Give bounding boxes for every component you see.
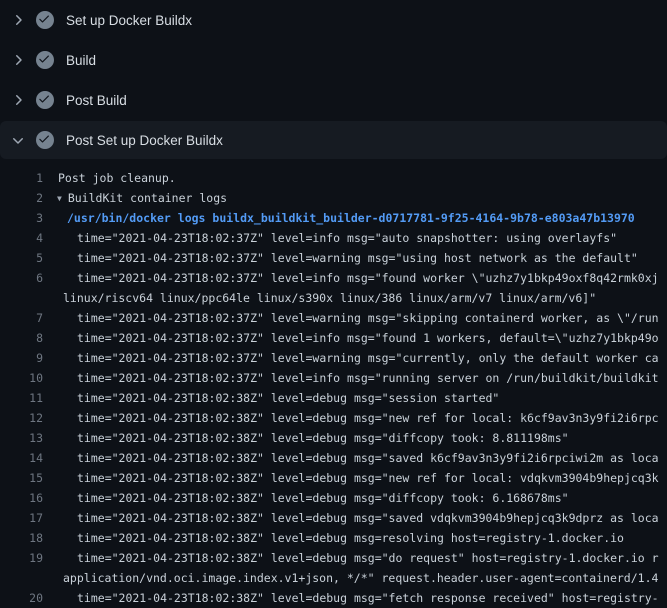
line-number[interactable]: 8 <box>0 328 43 348</box>
log-row: application/vnd.oci.image.index.v1+json,… <box>0 568 667 588</box>
log-row: 12 time="2021-04-23T18:02:38Z" level=debu… <box>0 408 667 428</box>
line-number[interactable]: 11 <box>0 388 43 408</box>
log-text-continuation: application/vnd.oci.image.index.v1+json,… <box>63 568 658 588</box>
triangle-down-icon: ▼ <box>57 189 62 209</box>
check-circle-icon <box>36 11 54 29</box>
log-text: time="2021-04-23T18:02:37Z" level=info m… <box>77 268 659 288</box>
log-text: time="2021-04-23T18:02:38Z" level=debug … <box>77 528 624 548</box>
log-text: time="2021-04-23T18:02:38Z" level=debug … <box>77 408 659 428</box>
check-circle-icon <box>36 51 54 69</box>
log-row: 6 time="2021-04-23T18:02:37Z" level=info … <box>0 268 667 288</box>
log-text: time="2021-04-23T18:02:37Z" level=warnin… <box>77 348 659 368</box>
line-number[interactable]: 15 <box>0 468 43 488</box>
line-number[interactable]: 16 <box>0 488 43 508</box>
log-text: time="2021-04-23T18:02:38Z" level=debug … <box>77 588 659 608</box>
log-row: 18 time="2021-04-23T18:02:38Z" level=debu… <box>0 528 667 548</box>
log-row: 3/usr/bin/docker logs buildx_buildkit_bu… <box>0 208 667 228</box>
log-row: 14 time="2021-04-23T18:02:38Z" level=debu… <box>0 448 667 468</box>
log-text: time="2021-04-23T18:02:37Z" level=warnin… <box>77 308 659 328</box>
log-text: time="2021-04-23T18:02:38Z" level=debug … <box>77 428 569 448</box>
log-text-continuation: linux/riscv64 linux/ppc64le linux/s390x … <box>63 288 596 308</box>
log-row: 13 time="2021-04-23T18:02:38Z" level=debu… <box>0 428 667 448</box>
log-text: time="2021-04-23T18:02:37Z" level=info m… <box>77 368 659 388</box>
log-row: 11 time="2021-04-23T18:02:38Z" level=debu… <box>0 388 667 408</box>
log-text: time="2021-04-23T18:02:38Z" level=debug … <box>77 388 499 408</box>
log-row: linux/riscv64 linux/ppc64le linux/s390x … <box>0 288 667 308</box>
log-text: time="2021-04-23T18:02:38Z" level=debug … <box>77 448 659 468</box>
step-label: Set up Docker Buildx <box>66 13 192 28</box>
log-viewer: 1 Post job cleanup. 2 ▼ BuildKit container l… <box>0 160 667 608</box>
log-row: 17 time="2021-04-23T18:02:38Z" level=debu… <box>0 508 667 528</box>
log-row: 15 time="2021-04-23T18:02:38Z" level=debu… <box>0 468 667 488</box>
step-label: Build <box>66 53 96 68</box>
line-number[interactable]: 13 <box>0 428 43 448</box>
log-text: time="2021-04-23T18:02:38Z" level=debug … <box>77 468 659 488</box>
step-label: Post Set up Docker Buildx <box>66 133 223 148</box>
log-row: 8 time="2021-04-23T18:02:37Z" level=info … <box>0 328 667 348</box>
log-row: 1 Post job cleanup. <box>0 168 667 188</box>
line-number[interactable]: 10 <box>0 368 43 388</box>
line-number[interactable]: 1 <box>0 168 43 188</box>
line-number <box>0 568 43 588</box>
chevron-right-icon <box>10 52 26 68</box>
line-number[interactable]: 2 <box>0 188 43 208</box>
log-row: 2 ▼ BuildKit container logs <box>0 188 667 208</box>
command-text: /usr/bin/docker logs buildx_buildkit_bui… <box>67 208 635 228</box>
log-group-toggle[interactable]: ▼ BuildKit container logs <box>57 188 227 208</box>
log-row: 16 time="2021-04-23T18:02:38Z" level=debu… <box>0 488 667 508</box>
line-number[interactable]: 5 <box>0 248 43 268</box>
check-circle-icon <box>36 91 54 109</box>
log-text: time="2021-04-23T18:02:38Z" level=debug … <box>77 548 659 568</box>
step-header-set-up-docker-buildx[interactable]: Set up Docker Buildx <box>0 0 667 40</box>
log-row: 9 time="2021-04-23T18:02:37Z" level=warni… <box>0 348 667 368</box>
chevron-right-icon <box>10 92 26 108</box>
line-number[interactable]: 19 <box>0 548 43 568</box>
step-header-build[interactable]: Build <box>0 40 667 80</box>
log-group-label: BuildKit container logs <box>68 191 227 205</box>
log-row: 5 time="2021-04-23T18:02:37Z" level=warni… <box>0 248 667 268</box>
log-text: time="2021-04-23T18:02:37Z" level=info m… <box>77 228 617 248</box>
steps-list: Set up Docker Buildx Build Post Build Post … <box>0 0 667 159</box>
chevron-down-icon <box>10 132 26 148</box>
chevron-right-icon <box>10 12 26 28</box>
line-number[interactable]: 7 <box>0 308 43 328</box>
line-number[interactable]: 3 <box>0 208 43 228</box>
step-header-post-set-up-docker-buildx[interactable]: Post Set up Docker Buildx <box>0 121 667 159</box>
line-number[interactable]: 17 <box>0 508 43 528</box>
log-row: 7 time="2021-04-23T18:02:37Z" level=warni… <box>0 308 667 328</box>
log-row: 10 time="2021-04-23T18:02:37Z" level=info… <box>0 368 667 388</box>
line-number[interactable]: 14 <box>0 448 43 468</box>
log-text: Post job cleanup. <box>58 168 176 188</box>
log-row: 4 time="2021-04-23T18:02:37Z" level=info … <box>0 228 667 248</box>
log-row: 19 time="2021-04-23T18:02:38Z" level=debu… <box>0 548 667 568</box>
log-text: time="2021-04-23T18:02:38Z" level=debug … <box>77 508 659 528</box>
step-header-post-build[interactable]: Post Build <box>0 80 667 120</box>
line-number[interactable]: 18 <box>0 528 43 548</box>
log-text: time="2021-04-23T18:02:37Z" level=info m… <box>77 328 659 348</box>
line-number[interactable]: 20 <box>0 588 43 608</box>
log-row: 20 time="2021-04-23T18:02:38Z" level=debu… <box>0 588 667 608</box>
log-text: time="2021-04-23T18:02:38Z" level=debug … <box>77 488 569 508</box>
line-number <box>0 288 43 308</box>
check-circle-icon <box>36 131 54 149</box>
line-number[interactable]: 12 <box>0 408 43 428</box>
step-label: Post Build <box>66 93 127 108</box>
log-text: time="2021-04-23T18:02:37Z" level=warnin… <box>77 248 638 268</box>
line-number[interactable]: 4 <box>0 228 43 248</box>
line-number[interactable]: 9 <box>0 348 43 368</box>
line-number[interactable]: 6 <box>0 268 43 288</box>
